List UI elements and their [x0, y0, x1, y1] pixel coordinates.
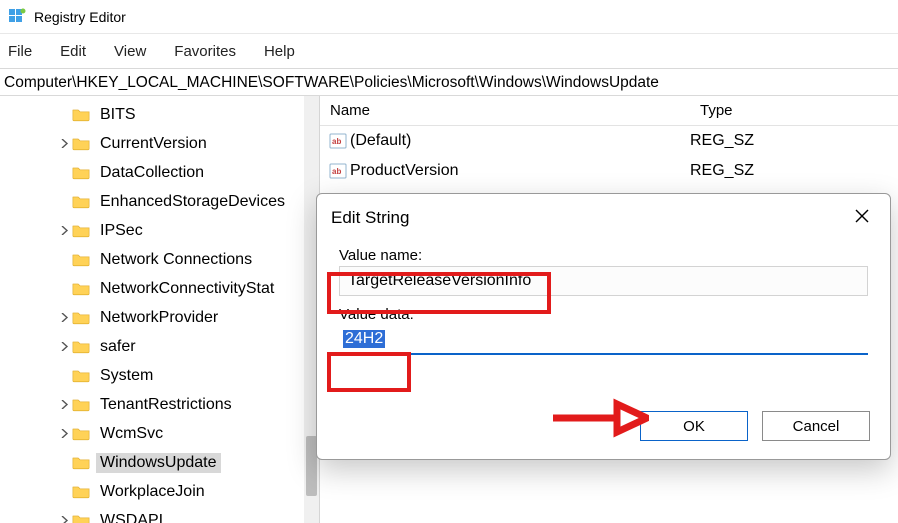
tree-item-safer[interactable]: safer [0, 332, 319, 361]
value-data-field[interactable]: 24H2 [339, 325, 868, 355]
folder-icon [72, 252, 90, 267]
menu-file[interactable]: File [6, 39, 34, 64]
menu-edit[interactable]: Edit [58, 39, 88, 64]
tree-item-label: CurrentVersion [96, 134, 211, 154]
folder-icon [72, 513, 90, 523]
tree-item-label: WcmSvc [96, 424, 167, 444]
annotation-rect-value-data [327, 352, 411, 392]
tree-item-wcmsvc[interactable]: WcmSvc [0, 419, 319, 448]
folder-icon [72, 426, 90, 441]
titlebar: Registry Editor [0, 0, 898, 34]
tree-item-label: BITS [96, 105, 140, 125]
value-type: REG_SZ [690, 132, 754, 150]
close-icon[interactable] [848, 204, 876, 231]
tree-item-label: WorkplaceJoin [96, 482, 209, 502]
column-header-type[interactable]: Type [690, 96, 870, 125]
folder-icon [72, 397, 90, 412]
tree-item-ipsec[interactable]: IPSec [0, 216, 319, 245]
reg-sz-icon [326, 132, 350, 150]
tree-item-label: WSDAPI [96, 511, 167, 523]
chevron-right-icon[interactable] [56, 313, 72, 322]
tree-item-label: EnhancedStorageDevices [96, 192, 289, 212]
menu-help[interactable]: Help [262, 39, 297, 64]
value-data-label: Value data: [339, 306, 868, 323]
menu-view[interactable]: View [112, 39, 148, 64]
chevron-right-icon[interactable] [56, 400, 72, 409]
address-bar[interactable]: Computer\HKEY_LOCAL_MACHINE\SOFTWARE\Pol… [0, 68, 898, 96]
folder-icon [72, 310, 90, 325]
value-type: REG_SZ [690, 162, 754, 180]
chevron-right-icon[interactable] [56, 139, 72, 148]
folder-icon [72, 136, 90, 151]
tree-item-windowsupdate[interactable]: WindowsUpdate [0, 448, 319, 477]
chevron-right-icon[interactable] [56, 342, 72, 351]
value-name: ProductVersion [350, 162, 690, 180]
column-header-name[interactable]: Name [320, 96, 690, 125]
list-header: Name Type [320, 96, 898, 126]
tree-item-networkconnectivitystat[interactable]: NetworkConnectivityStat [0, 274, 319, 303]
chevron-right-icon[interactable] [56, 226, 72, 235]
tree-pane[interactable]: BITS CurrentVersion DataCollection Enhanced… [0, 96, 320, 523]
list-row[interactable]: ProductVersionREG_SZ [320, 156, 898, 186]
tree-item-bits[interactable]: BITS [0, 100, 319, 129]
folder-icon [72, 223, 90, 238]
tree-item-currentversion[interactable]: CurrentVersion [0, 129, 319, 158]
reg-sz-icon [326, 162, 350, 180]
tree-item-label: DataCollection [96, 163, 208, 183]
tree-item-tenantrestrictions[interactable]: TenantRestrictions [0, 390, 319, 419]
folder-icon [72, 368, 90, 383]
registry-editor-icon [8, 8, 26, 26]
folder-icon [72, 194, 90, 209]
dialog-title: Edit String [331, 208, 409, 228]
tree-item-label: safer [96, 337, 140, 357]
annotation-arrow [549, 398, 649, 441]
tree-item-networkprovider[interactable]: NetworkProvider [0, 303, 319, 332]
ok-button[interactable]: OK [640, 411, 748, 441]
chevron-right-icon[interactable] [56, 516, 72, 523]
folder-icon [72, 165, 90, 180]
app-title: Registry Editor [34, 9, 126, 25]
folder-icon [72, 484, 90, 499]
tree-item-label: TenantRestrictions [96, 395, 236, 415]
value-name-label: Value name: [339, 247, 868, 264]
tree-item-system[interactable]: System [0, 361, 319, 390]
tree-item-label: WindowsUpdate [96, 453, 221, 473]
folder-icon [72, 455, 90, 470]
edit-string-dialog: Edit String Value name: Value data: 24H2… [316, 193, 891, 460]
chevron-right-icon[interactable] [56, 429, 72, 438]
tree-item-label: IPSec [96, 221, 147, 241]
menubar: File Edit View Favorites Help [0, 34, 898, 68]
cancel-button[interactable]: Cancel [762, 411, 870, 441]
tree-item-enhancedstoragedevices[interactable]: EnhancedStorageDevices [0, 187, 319, 216]
tree-item-network-connections[interactable]: Network Connections [0, 245, 319, 274]
tree-item-workplacejoin[interactable]: WorkplaceJoin [0, 477, 319, 506]
tree-item-label: NetworkProvider [96, 308, 222, 328]
list-row[interactable]: (Default)REG_SZ [320, 126, 898, 156]
folder-icon [72, 339, 90, 354]
value-name: (Default) [350, 132, 690, 150]
tree-item-wsdapi[interactable]: WSDAPI [0, 506, 319, 523]
menu-favorites[interactable]: Favorites [172, 39, 238, 64]
tree-item-label: Network Connections [96, 250, 256, 270]
tree-item-label: NetworkConnectivityStat [96, 279, 278, 299]
tree-item-label: System [96, 366, 157, 386]
tree-item-datacollection[interactable]: DataCollection [0, 158, 319, 187]
folder-icon [72, 107, 90, 122]
value-data-selection: 24H2 [343, 330, 385, 348]
folder-icon [72, 281, 90, 296]
value-name-field[interactable] [339, 266, 868, 296]
